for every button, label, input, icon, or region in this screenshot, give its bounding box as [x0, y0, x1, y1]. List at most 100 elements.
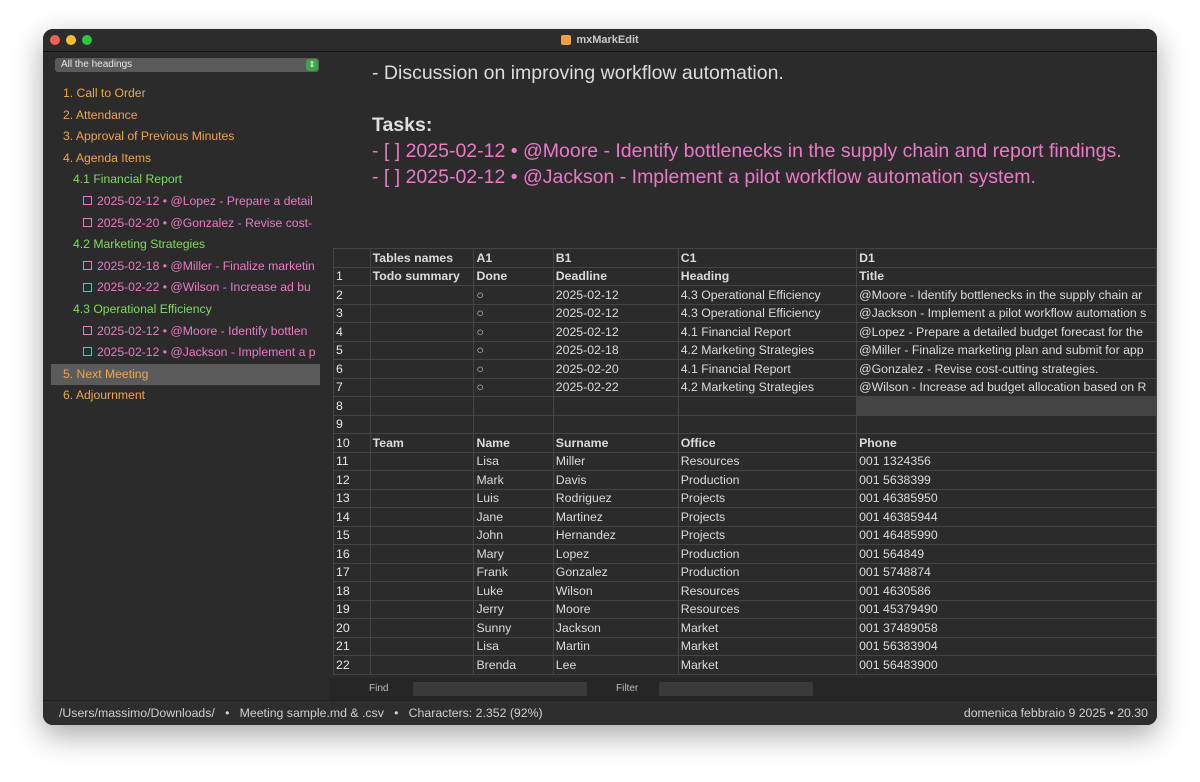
table-cell[interactable]: Resources [677, 599, 858, 619]
table-cell[interactable]: Mark [473, 470, 554, 490]
outline-item[interactable]: 4. Agenda Items [51, 148, 320, 170]
outline-item[interactable]: 5. Next Meeting [51, 363, 320, 386]
table-cell[interactable] [369, 655, 475, 675]
table-cell[interactable]: Todo summary [369, 266, 475, 286]
table-cell[interactable]: ○ [473, 359, 554, 379]
table-cell[interactable]: Luke [473, 581, 554, 601]
table-cell[interactable]: Resources [677, 581, 858, 601]
outline-item[interactable]: 4.2 Marketing Strategies [51, 234, 320, 256]
table-cell[interactable]: Martin [552, 636, 679, 656]
table-cell[interactable]: Deadline [552, 266, 679, 286]
column-header[interactable]: B1 [552, 248, 679, 268]
outline-item[interactable]: 2. Attendance [51, 105, 320, 127]
table-cell[interactable]: 001 37489058 [856, 618, 1157, 638]
table-cell[interactable]: Davis [552, 470, 679, 490]
table-cell[interactable]: @Gonzalez - Revise cost-cutting strategi… [856, 359, 1157, 379]
column-header[interactable]: C1 [677, 248, 858, 268]
table-cell[interactable]: 4.3 Operational Efficiency [677, 303, 858, 323]
outline-item[interactable]: 1. Call to Order [51, 83, 320, 105]
table-cell[interactable]: Name [473, 433, 554, 453]
table-cell[interactable] [369, 507, 475, 527]
table-cell[interactable]: 001 1324356 [856, 451, 1157, 471]
table-cell[interactable]: 001 56383904 [856, 636, 1157, 656]
table-cell[interactable]: Moore [552, 599, 679, 619]
table-cell[interactable]: Lopez [552, 544, 679, 564]
table-cell[interactable] [369, 525, 475, 545]
table-cell[interactable]: Wilson [552, 581, 679, 601]
table-cell[interactable]: Lisa [473, 451, 554, 471]
table-cell[interactable]: Lisa [473, 636, 554, 656]
outline-item[interactable]: 2025-02-12 • @Lopez - Prepare a detail [51, 191, 320, 213]
table-cell[interactable]: @Jackson - Implement a pilot workflow au… [856, 303, 1157, 323]
filter-input[interactable] [659, 682, 813, 696]
table-cell[interactable]: Surname [552, 433, 679, 453]
outline-item[interactable]: 4.3 Operational Efficiency [51, 299, 320, 321]
table-cell[interactable] [369, 618, 475, 638]
table-cell[interactable]: Projects [677, 525, 858, 545]
outline-item[interactable]: 2025-02-12 • @Moore - Identify bottlen [51, 321, 320, 343]
table-cell[interactable]: 001 45379490 [856, 599, 1157, 619]
table-cell[interactable]: Done [473, 266, 554, 286]
table-cell[interactable]: Luis [473, 488, 554, 508]
table-cell[interactable]: Sunny [473, 618, 554, 638]
table-cell[interactable]: @Lopez - Prepare a detailed budget forec… [856, 322, 1157, 342]
outline-item[interactable]: 2025-02-20 • @Gonzalez - Revise cost- [51, 213, 320, 235]
table-cell[interactable]: Projects [677, 507, 858, 527]
column-header[interactable]: D1 [856, 248, 1157, 268]
table-cell[interactable]: Projects [677, 488, 858, 508]
table-cell[interactable]: 4.2 Marketing Strategies [677, 340, 858, 360]
headings-filter-select[interactable]: All the headings ⇕ [55, 58, 319, 72]
table-cell[interactable]: @Miller - Finalize marketing plan and su… [856, 340, 1157, 360]
table-cell[interactable]: Market [677, 655, 858, 675]
table-cell[interactable]: 001 56483900 [856, 655, 1157, 675]
table-cell[interactable]: @Wilson - Increase ad budget allocation … [856, 377, 1157, 397]
table-cell[interactable]: 001 46485990 [856, 525, 1157, 545]
column-header[interactable]: Tables names [369, 248, 475, 268]
table-cell[interactable] [369, 377, 475, 397]
table-cell[interactable] [369, 470, 475, 490]
table-cell[interactable]: 4.2 Marketing Strategies [677, 377, 858, 397]
table-cell[interactable] [552, 414, 679, 434]
table-cell[interactable]: Jane [473, 507, 554, 527]
table-cell[interactable] [552, 396, 679, 416]
table-cell[interactable]: 4.3 Operational Efficiency [677, 285, 858, 305]
table-cell[interactable]: 2025-02-12 [552, 285, 679, 305]
table-cell[interactable]: 001 5638399 [856, 470, 1157, 490]
table-cell[interactable]: Mary [473, 544, 554, 564]
table-cell[interactable]: Gonzalez [552, 562, 679, 582]
table-cell[interactable]: Jackson [552, 618, 679, 638]
table-cell[interactable]: 001 564849 [856, 544, 1157, 564]
table-cell[interactable]: 001 46385950 [856, 488, 1157, 508]
table-cell[interactable] [369, 414, 475, 434]
table-cell[interactable]: Phone [856, 433, 1157, 453]
table-cell[interactable]: Hernandez [552, 525, 679, 545]
table-cell[interactable] [369, 322, 475, 342]
table-cell[interactable]: Lee [552, 655, 679, 675]
table-cell[interactable] [369, 451, 475, 471]
table-cell[interactable] [473, 396, 554, 416]
table-cell[interactable]: 001 4630586 [856, 581, 1157, 601]
table-cell[interactable] [369, 340, 475, 360]
zoom-button[interactable] [82, 35, 92, 45]
table-cell[interactable] [369, 544, 475, 564]
table-cell[interactable]: ○ [473, 285, 554, 305]
table-cell[interactable]: 001 5748874 [856, 562, 1157, 582]
table-cell[interactable]: John [473, 525, 554, 545]
table-cell[interactable]: ○ [473, 303, 554, 323]
table-cell[interactable] [369, 562, 475, 582]
table-cell[interactable]: Market [677, 636, 858, 656]
table-cell[interactable]: Title [856, 266, 1157, 286]
table-cell[interactable]: ○ [473, 340, 554, 360]
minimize-button[interactable] [66, 35, 76, 45]
table-cell[interactable]: 2025-02-20 [552, 359, 679, 379]
table-cell[interactable]: Production [677, 470, 858, 490]
table-cell[interactable]: Rodriguez [552, 488, 679, 508]
outline-item[interactable]: 2025-02-12 • @Jackson - Implement a p [51, 342, 320, 364]
table-cell[interactable]: 4.1 Financial Report [677, 322, 858, 342]
table-cell[interactable] [369, 359, 475, 379]
table-cell[interactable] [369, 488, 475, 508]
table-cell[interactable]: Office [677, 433, 858, 453]
table-cell[interactable]: Resources [677, 451, 858, 471]
editor-pane[interactable]: - Discussion on improving workflow autom… [329, 52, 1157, 700]
table-cell[interactable]: Production [677, 544, 858, 564]
